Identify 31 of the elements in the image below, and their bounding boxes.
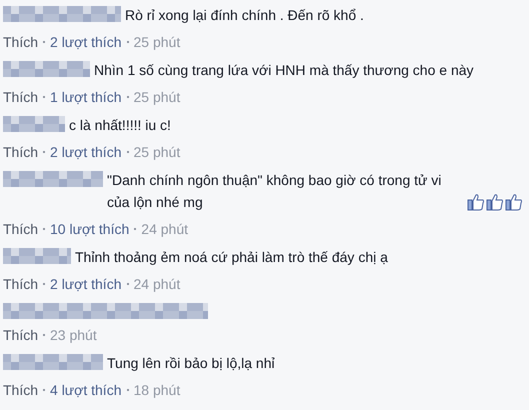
like-count-link[interactable]: 2 lượt thích	[50, 275, 122, 293]
comment-text: Rò rỉ xong lại đính chính . Đến rõ khổ .	[125, 6, 364, 25]
timestamp: 23 phút	[50, 326, 97, 344]
like-count-link[interactable]: 10 lượt thích	[50, 220, 130, 238]
like-count-link[interactable]: 4 lượt thích	[50, 381, 122, 399]
thumbs-up-icon	[505, 193, 523, 211]
like-link[interactable]: Thích	[3, 326, 38, 344]
timestamp: 18 phút	[134, 381, 180, 399]
comment-text: Thỉnh thoảng ẻm noá cứ phải làm trò thế đáy chị ạ	[75, 248, 388, 267]
timestamp: 24 phút	[141, 220, 188, 238]
redacted-name	[3, 248, 71, 264]
comment-text: Tung lên rồi bảo bị lộ,lạ nhỉ	[107, 354, 275, 373]
timestamp: 25 phút	[134, 33, 180, 51]
like-count-link[interactable]: 2 lượt thích	[50, 143, 122, 161]
comment-text: Nhìn 1 số cùng trang lứa với HNH mà thấy thương cho e này	[94, 61, 474, 80]
redacted-name	[3, 116, 65, 132]
timestamp: 25 phút	[134, 143, 180, 161]
comment-text: c là nhất!!!!! iu c!	[69, 116, 171, 135]
timestamp: 24 phút	[134, 275, 180, 293]
like-link[interactable]: Thích	[3, 275, 38, 293]
timestamp: 25 phút	[134, 88, 180, 106]
like-link[interactable]: Thích	[3, 143, 38, 161]
comment-text: "Danh chính ngôn thuận" không bao giờ có trong tử vi của lộn nhé mg	[107, 171, 442, 212]
like-link[interactable]: Thích	[3, 33, 38, 51]
like-link[interactable]: Thích	[3, 88, 38, 106]
like-link[interactable]: Thích	[3, 381, 38, 399]
like-link[interactable]: Thích	[3, 220, 38, 238]
like-count-link[interactable]: 2 lượt thích	[50, 33, 122, 51]
thumbs-up-icon	[467, 193, 485, 211]
like-count-link[interactable]: 1 lượt thích	[50, 88, 122, 106]
thumbs-up-icon	[486, 193, 504, 211]
